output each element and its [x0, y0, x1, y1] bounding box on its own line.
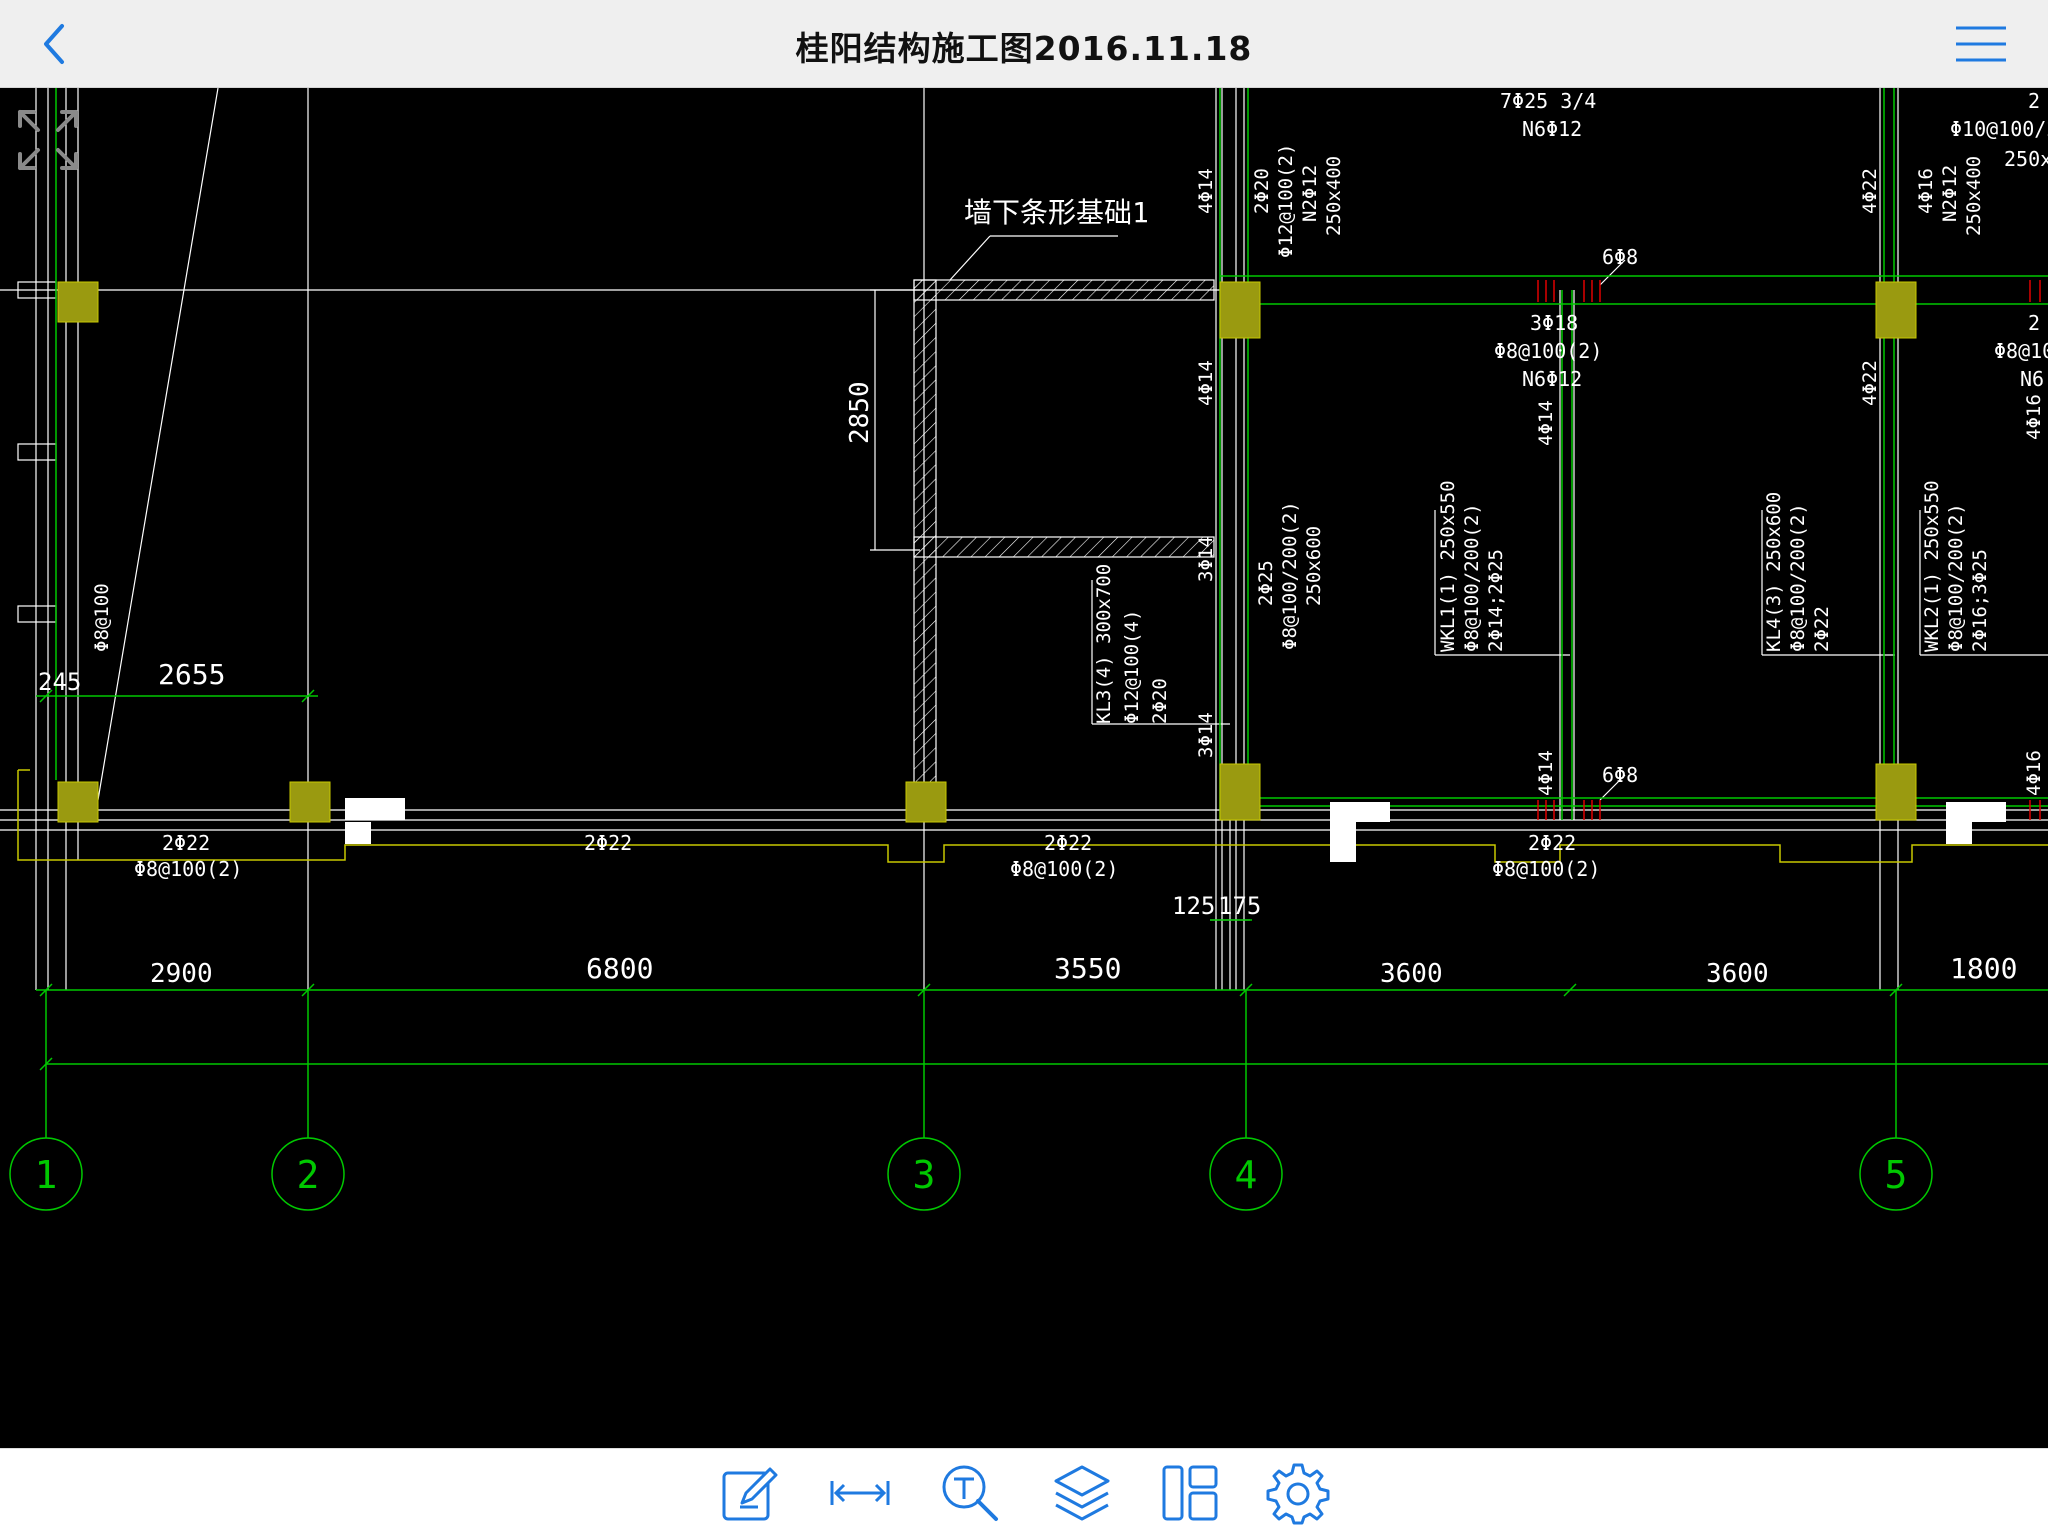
dim-175: 175 — [1218, 892, 1261, 920]
beam-label: 3Φ18 — [1530, 311, 1578, 335]
annotate-icon — [722, 1467, 778, 1521]
beam-label: 2Φ22 — [1528, 831, 1576, 855]
beam-label: Φ8@100/200(2) — [1279, 501, 1301, 650]
dim-2655: 2655 — [158, 658, 225, 691]
beam-label: N6Φ12 — [1522, 117, 1582, 141]
text-search-icon — [942, 1465, 998, 1521]
beam-label: Φ10@100/20 — [1950, 117, 2048, 141]
beam-label: 250x400 — [1323, 156, 1345, 236]
beam-label: KL4(3) 250x600 — [1763, 492, 1785, 652]
cad-drawing: 墙下条形基础1 245 2655 2850 2900 6800 3550 360… — [0, 88, 2048, 1211]
beam-label: Φ8@100/200(2) — [1787, 503, 1809, 652]
beam-label: Φ8@10 — [1994, 339, 2048, 363]
drawing-canvas[interactable]: 墙下条形基础1 245 2655 2850 2900 6800 3550 360… — [0, 88, 2048, 1448]
column — [289, 781, 331, 823]
dim-3550: 3550 — [1054, 952, 1121, 985]
beam-label: 2 — [2028, 311, 2040, 335]
beam-label: 2Φ22 — [1044, 831, 1092, 855]
beam-label: 2 — [2028, 89, 2040, 113]
beam-label: Φ12@100(2) — [1275, 144, 1297, 258]
layout-icon — [1162, 1465, 1218, 1521]
axis-label-3: 3 — [913, 1153, 936, 1197]
dim-6800: 6800 — [586, 952, 653, 985]
settings-icon — [1266, 1463, 1330, 1525]
bar-label: 4Φ14 — [1195, 168, 1217, 214]
beam-label: 2Φ22 — [584, 831, 632, 855]
beam-label: Φ8@100(2) — [1010, 857, 1118, 881]
beam-label: 2Φ14;2Φ25 — [1485, 549, 1507, 652]
beam-label: WKL2(1) 250x550 — [1921, 480, 1943, 652]
dim-2900: 2900 — [150, 959, 213, 989]
dim-245: 245 — [38, 668, 81, 696]
column — [1875, 281, 1917, 339]
measure-icon — [830, 1481, 890, 1505]
beam-label: 250x4 — [2004, 147, 2048, 171]
layout-button[interactable] — [1158, 1461, 1222, 1525]
axis-label-4: 4 — [1235, 1153, 1258, 1197]
bottom-toolbar — [0, 1448, 2048, 1536]
beam-label: 2Φ22 — [1811, 606, 1833, 652]
bar-label: 4Φ22 — [1859, 168, 1881, 214]
beam-label: N6 — [2020, 367, 2044, 391]
bar-label: 4Φ14 — [1195, 360, 1217, 406]
beam-label: Φ8@100/200(2) — [1945, 503, 1967, 652]
column — [57, 281, 99, 323]
bar-label: Φ8@100 — [91, 583, 113, 652]
beam-label: 250x400 — [1963, 156, 1985, 236]
hamburger-menu-icon[interactable] — [1954, 24, 2008, 64]
dim-2850: 2850 — [845, 381, 875, 444]
bar-label: 4Φ16 — [2023, 394, 2045, 440]
beam-label: 4Φ16 — [1915, 168, 1937, 214]
foundation-label: 墙下条形基础1 — [964, 196, 1149, 229]
column — [905, 781, 947, 823]
beam-label: Φ8@100(2) — [134, 857, 242, 881]
stirrup-label: 6Φ8 — [1602, 763, 1638, 787]
column — [1219, 763, 1261, 821]
beam-label: N6Φ12 — [1522, 367, 1582, 391]
axis-label-1: 1 — [35, 1153, 58, 1197]
column — [57, 781, 99, 823]
bar-label: 4Φ16 — [2023, 750, 2045, 796]
axis-label-2: 2 — [297, 1153, 320, 1197]
annotate-button[interactable] — [718, 1461, 782, 1525]
beam-label: WKL1(1) 250x550 — [1437, 480, 1459, 652]
stirrup-label: 6Φ8 — [1602, 245, 1638, 269]
beam-label: 2Φ20 — [1149, 678, 1171, 724]
beam-label: 250x600 — [1303, 526, 1325, 606]
beam-label: 2Φ25 — [1255, 560, 1277, 606]
beam-label: N2Φ12 — [1939, 165, 1961, 222]
axis-label-5: 5 — [1885, 1153, 1908, 1197]
bar-label: 4Φ14 — [1535, 400, 1557, 446]
dim-1800: 1800 — [1950, 952, 2017, 985]
bar-label: 4Φ22 — [1859, 360, 1881, 406]
beam-label: 2Φ16;3Φ25 — [1969, 549, 1991, 652]
beam-label: KL3(4) 300x700 — [1093, 564, 1115, 724]
settings-button[interactable] — [1266, 1461, 1330, 1525]
bar-label: 3Φ14 — [1195, 712, 1217, 758]
nav-bar: 桂阳结构施工图2016.11.18 — [0, 0, 2048, 88]
layers-icon — [1054, 1465, 1110, 1521]
bar-label: 4Φ14 — [1535, 750, 1557, 796]
dim-125: 125 — [1172, 892, 1215, 920]
beam-label: N2Φ12 — [1299, 165, 1321, 222]
layers-button[interactable] — [1050, 1461, 1114, 1525]
green-lines — [9, 88, 2048, 1211]
bar-label: 3Φ14 — [1195, 536, 1217, 582]
beam-label: Φ8@100(2) — [1494, 339, 1602, 363]
text-search-button[interactable] — [938, 1461, 1002, 1525]
beam-label: 2Φ20 — [1251, 168, 1273, 214]
column — [1875, 763, 1917, 821]
beam-label: Φ12@100(4) — [1121, 610, 1143, 724]
fit-screen-icon[interactable] — [16, 108, 80, 172]
document-title: 桂阳结构施工图2016.11.18 — [795, 29, 1253, 68]
beam-label: Φ8@100(2) — [1492, 857, 1600, 881]
dim-3600-a: 3600 — [1380, 959, 1443, 989]
beam-label: 2Φ22 — [162, 831, 210, 855]
beam-label: Φ8@100/200(2) — [1461, 503, 1483, 652]
dim-3600-b: 3600 — [1706, 959, 1769, 989]
measure-button[interactable] — [828, 1461, 892, 1525]
beam-label: 7Φ25 3/4 — [1500, 89, 1596, 113]
column — [1219, 281, 1261, 339]
